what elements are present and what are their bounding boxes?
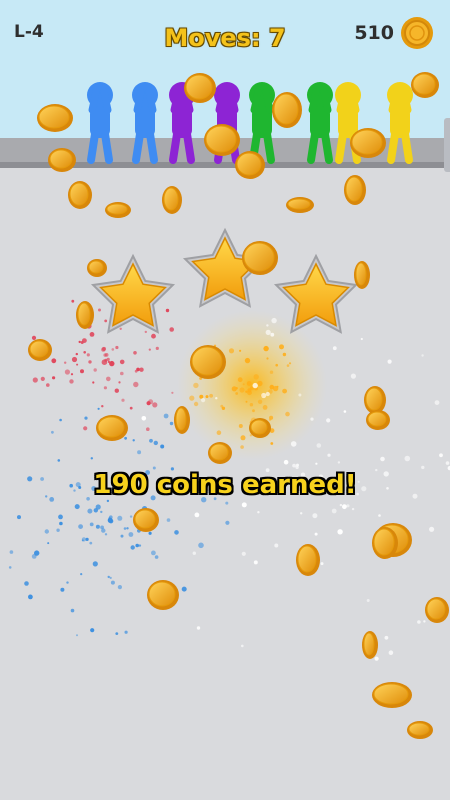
- coin-28: [372, 527, 398, 559]
- coin-25: [208, 442, 232, 464]
- coin-32: [362, 631, 378, 659]
- coin-33: [372, 682, 412, 708]
- coin-13: [344, 175, 366, 205]
- coin-29: [296, 544, 320, 576]
- coin-total: 510: [354, 22, 394, 44]
- coin-26: [133, 508, 159, 532]
- coin-8: [48, 148, 76, 172]
- coin-21: [366, 410, 390, 430]
- edge-handle: [444, 118, 450, 172]
- coin-2: [184, 73, 216, 103]
- coin-15: [242, 241, 278, 275]
- coin-31: [425, 597, 449, 623]
- coin-23: [174, 406, 190, 434]
- coin-30: [147, 580, 179, 610]
- coin-9: [68, 181, 92, 209]
- coin-icon: [401, 17, 433, 49]
- coin-19: [190, 345, 226, 379]
- coin-12: [286, 197, 314, 213]
- coin-14: [87, 259, 107, 277]
- coin-22: [96, 415, 128, 441]
- coin-17: [76, 301, 94, 329]
- coin-1: [37, 104, 73, 132]
- coin-18: [28, 339, 52, 361]
- coin-10: [105, 202, 131, 218]
- coins-earned-message: 190 coins earned!: [93, 470, 357, 500]
- coin-6: [350, 128, 386, 158]
- coin-burst-glow: [177, 310, 327, 460]
- coin-7: [411, 72, 439, 98]
- coin-20: [364, 386, 386, 414]
- game-scene: [0, 0, 450, 800]
- coin-24: [249, 418, 271, 438]
- coin-34: [407, 721, 433, 739]
- coin-5: [272, 92, 302, 128]
- coin-4: [235, 151, 265, 179]
- coin-3: [204, 124, 240, 156]
- coin-16: [354, 261, 370, 289]
- coin-11: [162, 186, 182, 214]
